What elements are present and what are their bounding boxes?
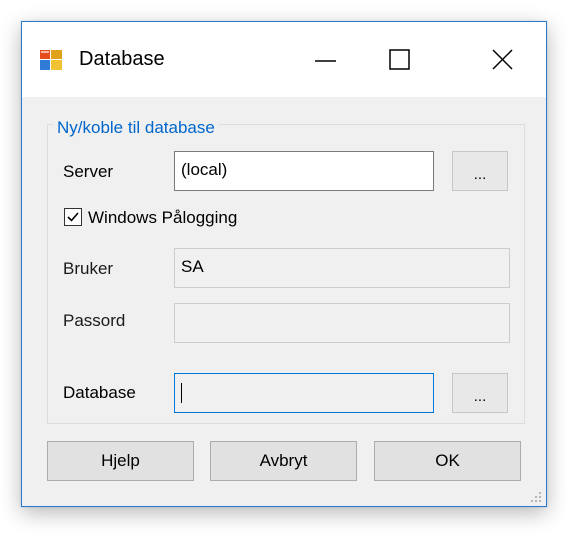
windows-login-label[interactable]: Windows Pålogging (88, 208, 237, 228)
group-label: Ny/koble til database (53, 118, 219, 138)
user-input[interactable]: SA (174, 248, 510, 288)
password-label: Passord (63, 311, 126, 330)
minimize-button[interactable] (288, 22, 363, 97)
app-icon (40, 50, 62, 70)
cancel-button[interactable]: Avbryt (210, 441, 357, 481)
ok-button[interactable]: OK (374, 441, 521, 481)
maximize-icon (389, 49, 410, 70)
database-dialog: Database Ny/koble til database Server (l… (21, 21, 547, 507)
checkmark-icon (67, 212, 79, 222)
database-label: Database (63, 383, 136, 402)
window-title: Database (79, 48, 165, 70)
server-value: (local) (181, 160, 228, 179)
database-browse-button[interactable]: ... (452, 373, 508, 413)
text-caret (181, 382, 182, 403)
server-label: Server (63, 162, 114, 181)
server-browse-button[interactable]: ... (452, 151, 508, 191)
ok-button-label: OK (435, 451, 460, 470)
resize-grip-icon[interactable] (530, 490, 542, 502)
close-button[interactable] (462, 22, 546, 97)
cancel-button-label: Avbryt (259, 451, 308, 470)
server-input[interactable]: (local) (174, 151, 434, 191)
windows-login-checkbox[interactable] (64, 208, 82, 226)
server-browse-label: ... (473, 166, 487, 183)
database-input[interactable] (174, 373, 434, 413)
password-input[interactable] (174, 303, 510, 343)
help-button[interactable]: Hjelp (47, 441, 194, 481)
help-button-label: Hjelp (101, 451, 140, 470)
minimize-icon (315, 60, 336, 62)
database-browse-label: ... (473, 388, 487, 405)
close-icon (492, 49, 513, 70)
title-bar[interactable]: Database (22, 22, 546, 97)
user-value: SA (181, 257, 204, 276)
maximize-button[interactable] (363, 22, 438, 97)
user-label: Bruker (63, 259, 114, 278)
